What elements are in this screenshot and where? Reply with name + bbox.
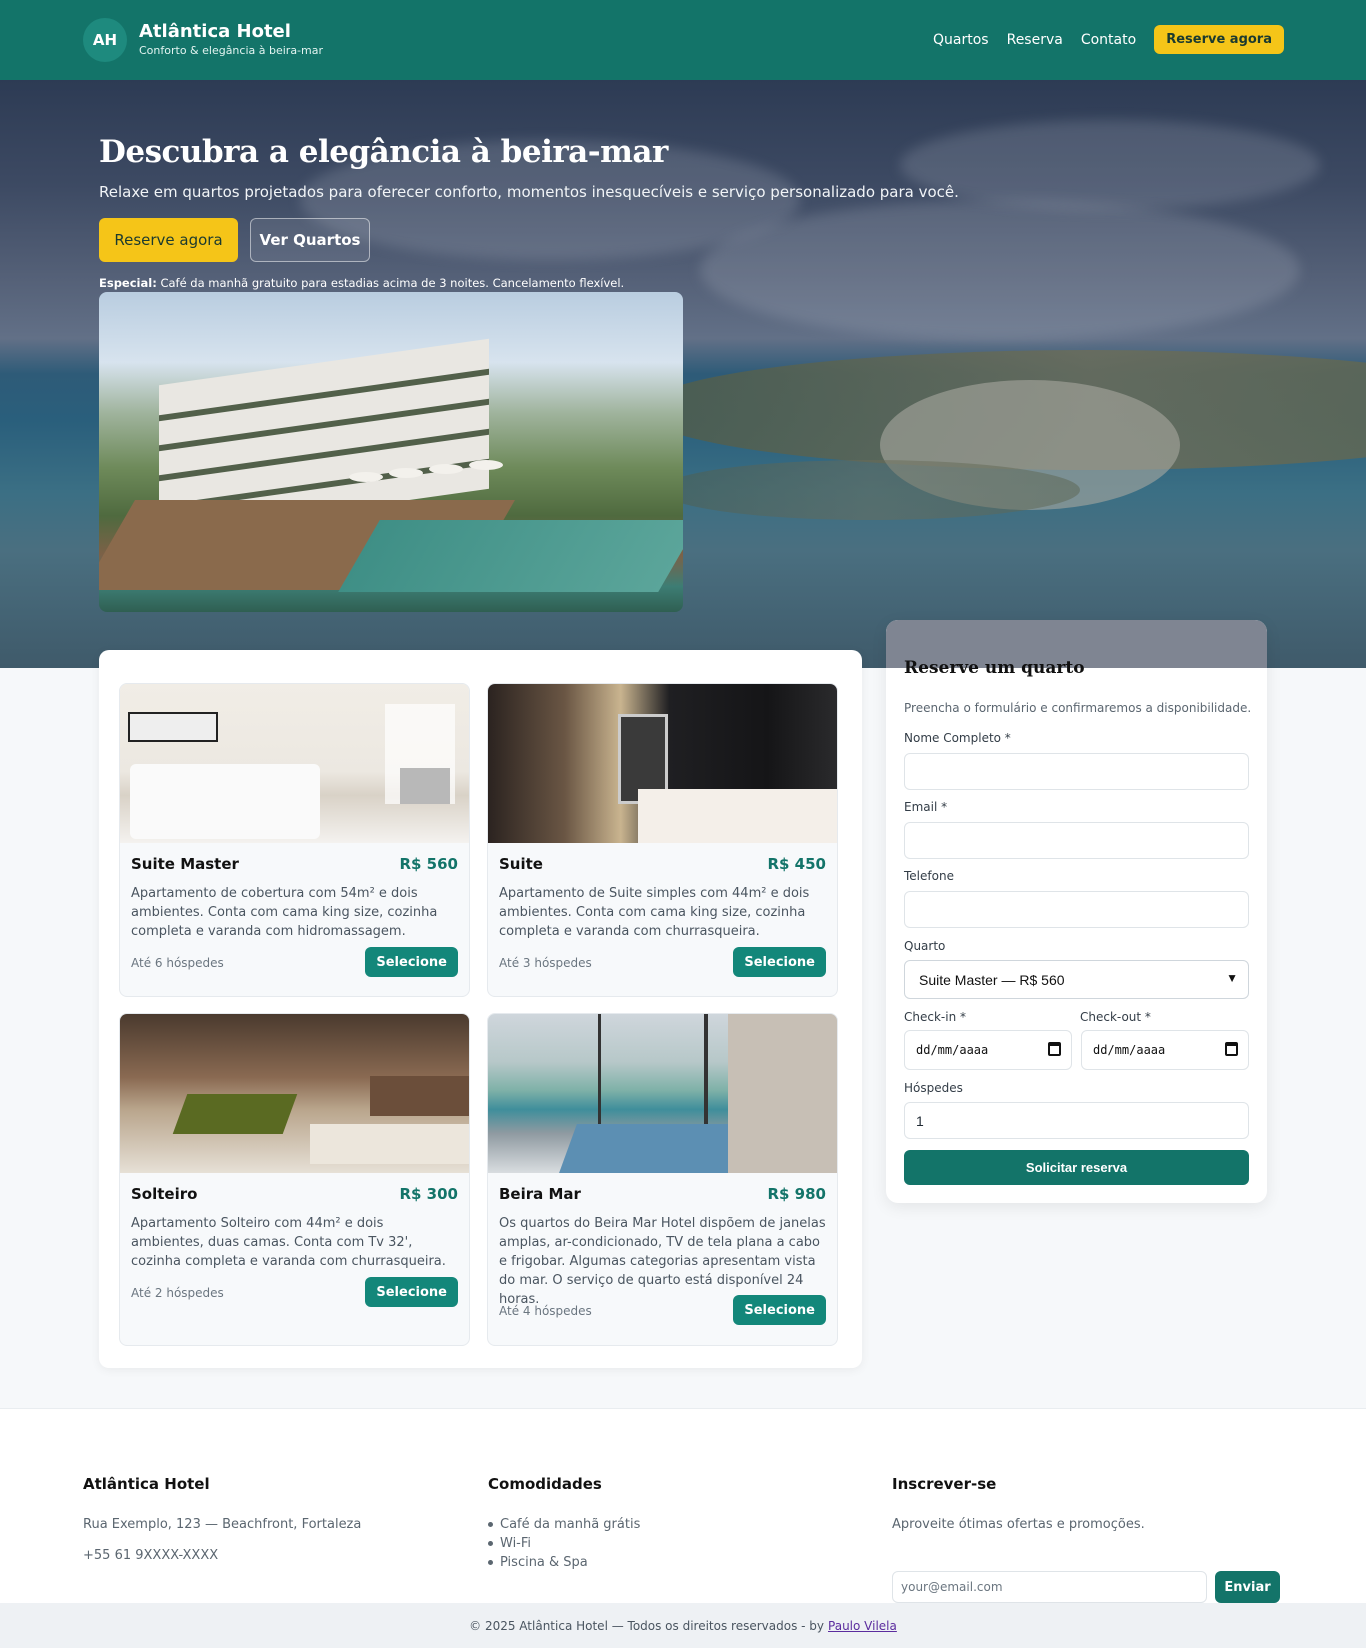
select-room-button[interactable]: Selecione — [365, 947, 458, 977]
room-select[interactable]: Suite Master — R$ 560 ▼ — [904, 960, 1249, 999]
newsletter-email-input[interactable]: your@email.com — [892, 1571, 1207, 1603]
calendar-icon[interactable] — [1225, 1042, 1238, 1056]
name-label: Nome Completo * — [904, 731, 1011, 745]
room-select-value: Suite Master — R$ 560 — [919, 971, 1065, 988]
email-input[interactable] — [904, 822, 1249, 859]
room-card-solteiro: Solteiro R$ 300 Apartamento Solteiro com… — [119, 1013, 470, 1346]
brand-logo: AH — [83, 18, 127, 62]
room-label: Quarto — [904, 939, 946, 953]
room-description: Apartamento de Suite simples com 44m² e … — [499, 886, 810, 939]
guests-label: Hóspedes — [904, 1081, 963, 1095]
room-card-suite-master: Suite Master R$ 560 Apartamento de cober… — [119, 683, 470, 997]
special-text: Café da manhã gratuito para estadias aci… — [156, 276, 625, 290]
footer-col-hotel: Atlântica Hotel Rua Exemplo, 123 — Beach… — [83, 1475, 361, 1563]
amenity-item: Wi-Fi — [460, 1534, 640, 1553]
checkin-placeholder: dd/mm/aaaa — [916, 1043, 989, 1057]
room-description: Apartamento de cobertura com 54m² e dois… — [131, 886, 438, 939]
main-nav: Quartos Reserva Contato Reserve agora — [915, 25, 1284, 54]
footer-phone: +55 61 9XXXX-XXXX — [83, 1548, 219, 1563]
hero-reserve-button[interactable]: Reserve agora — [99, 218, 238, 262]
guests-input[interactable]: 1 — [904, 1102, 1249, 1139]
brand-tagline: Conforto & elegância à beira-mar — [139, 44, 324, 57]
room-card-suite: Suite R$ 450 Apartamento de Suite simple… — [487, 683, 838, 997]
room-photo — [120, 1014, 469, 1173]
checkin-label: Check-in * — [904, 1010, 966, 1024]
copyright-text: © 2025 Atlântica Hotel — Todos os direit… — [469, 1618, 825, 1633]
select-room-button[interactable]: Selecione — [365, 1277, 458, 1307]
calendar-icon[interactable] — [1048, 1042, 1061, 1056]
booking-title: Reserve um quarto — [904, 658, 1085, 678]
footer-col-amenities: Comodidades Café da manhã grátis Wi-Fi P… — [488, 1475, 640, 1572]
nav-link-contato[interactable]: Contato — [1081, 32, 1136, 48]
footer-newsletter-title: Inscrever-se — [892, 1475, 997, 1493]
checkout-label: Check-out * — [1080, 1010, 1151, 1024]
hero-view-rooms-button[interactable]: Ver Quartos — [250, 218, 370, 262]
room-card-beira-mar: Beira Mar R$ 980 Os quartos do Beira Mar… — [487, 1013, 838, 1346]
hero-section: Descubra a elegância à beira-mar Relaxe … — [0, 80, 1366, 668]
room-capacity: Até 4 hóspedes — [499, 1304, 592, 1318]
room-photo — [488, 1014, 837, 1173]
room-photo — [488, 684, 837, 843]
special-offer: Especial: Café da manhã gratuito para es… — [99, 276, 624, 290]
rooms-panel: Suite Master R$ 560 Apartamento de cober… — [99, 650, 862, 1368]
special-label: Especial: — [99, 276, 157, 290]
nav-link-quartos[interactable]: Quartos — [933, 32, 989, 48]
footer-address: Rua Exemplo, 123 — Beachfront, Fortaleza — [83, 1517, 362, 1532]
hero-subtitle: Relaxe em quartos projetados para oferec… — [99, 183, 959, 201]
newsletter-text: Aproveite ótimas ofertas e promoções. — [892, 1517, 1145, 1532]
copyright-bar: © 2025 Atlântica Hotel — Todos os direit… — [0, 1603, 1366, 1648]
footer: Atlântica Hotel Rua Exemplo, 123 — Beach… — [0, 1408, 1366, 1603]
select-room-button[interactable]: Selecione — [733, 947, 826, 977]
chevron-down-icon: ▼ — [1226, 971, 1238, 985]
amenity-item: Café da manhã grátis — [460, 1515, 640, 1534]
room-description: Apartamento Solteiro com 44m² e dois amb… — [131, 1216, 446, 1269]
room-capacity: Até 6 hóspedes — [131, 956, 224, 970]
brand[interactable]: AH Atlântica Hotel Conforto & elegância … — [83, 18, 323, 62]
room-price: R$ 300 — [399, 1185, 458, 1203]
amenity-item: Piscina & Spa — [460, 1553, 640, 1572]
brand-name: Atlântica Hotel — [139, 21, 291, 42]
nav-reserve-button[interactable]: Reserve agora — [1154, 25, 1284, 54]
phone-input[interactable] — [904, 891, 1249, 928]
submit-booking-button[interactable]: Solicitar reserva — [904, 1150, 1249, 1185]
email-label: Email * — [904, 800, 948, 814]
hotel-photo — [99, 292, 683, 612]
room-capacity: Até 3 hóspedes — [499, 956, 592, 970]
nav-link-reserva[interactable]: Reserva — [1007, 32, 1063, 48]
author-link[interactable]: Paulo Vilela — [828, 1619, 897, 1633]
booking-hint: Preencha o formulário e confirmaremos a … — [904, 701, 1252, 715]
newsletter-send-button[interactable]: Enviar — [1215, 1571, 1280, 1603]
booking-form: Reserve um quarto Preencha o formulário … — [886, 620, 1267, 1203]
footer-hotel-title: Atlântica Hotel — [83, 1475, 210, 1493]
room-photo — [120, 684, 469, 843]
checkin-input[interactable]: dd/mm/aaaa — [904, 1030, 1072, 1070]
name-input[interactable] — [904, 753, 1249, 790]
top-navbar: AH Atlântica Hotel Conforto & elegância … — [0, 0, 1366, 80]
select-room-button[interactable]: Selecione — [733, 1295, 826, 1325]
room-price: R$ 560 — [399, 855, 458, 873]
phone-label: Telefone — [904, 869, 954, 883]
room-capacity: Até 2 hóspedes — [131, 1286, 224, 1300]
footer-amenities-title: Comodidades — [488, 1475, 602, 1493]
checkout-placeholder: dd/mm/aaaa — [1093, 1043, 1166, 1057]
room-price: R$ 980 — [767, 1185, 826, 1203]
room-price: R$ 450 — [767, 855, 826, 873]
checkout-input[interactable]: dd/mm/aaaa — [1081, 1030, 1249, 1070]
hero-title: Descubra a elegância à beira-mar — [99, 134, 668, 170]
